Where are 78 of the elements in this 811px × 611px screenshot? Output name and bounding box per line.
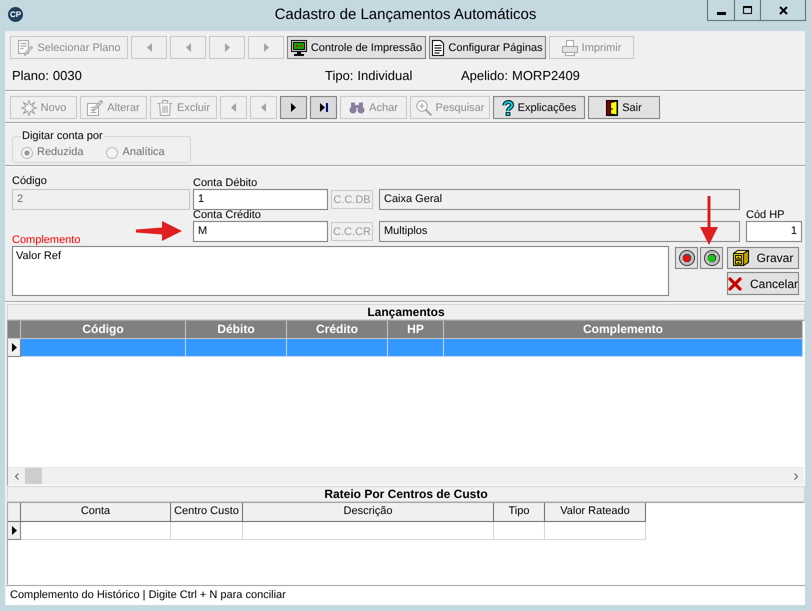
column-header[interactable]: Valor Rateado [545,503,646,522]
exit-button[interactable]: Sair [588,96,660,119]
cross-icon [728,276,742,290]
info-label: Plano: [12,69,49,85]
window-title: Cadastro de Lançamentos Automáticos [274,6,536,25]
chevron-right-icon [794,472,798,480]
left-triangle-icon [146,43,152,52]
left-triangle-icon [261,103,266,112]
info-value: Individual [357,69,412,85]
section-title: Lançamentos [7,304,805,320]
column-header[interactable]: Centro Custo [171,503,243,522]
binoculars-icon [349,102,366,114]
app-logo: CP [8,7,23,22]
monitor-icon [290,40,307,56]
right-triangle-icon [224,43,230,52]
maximize-button[interactable] [735,0,761,21]
page-icon [432,40,444,56]
minimize-icon [716,12,726,14]
account-field[interactable]: M [193,221,328,242]
scrollbar-thumb[interactable] [25,468,42,484]
signal-button[interactable] [675,247,698,269]
door-icon [606,100,618,116]
info-label: Apelido: [461,69,508,85]
column-header[interactable]: Crédito [287,321,388,339]
complement-field[interactable]: Valor Ref [12,246,669,296]
save-button[interactable]: Gravar [727,247,799,269]
column-header[interactable]: Débito [186,321,287,339]
left-triangle-icon [231,103,236,112]
edit-icon [87,100,104,116]
cancel-button[interactable]: Cancelar [727,272,799,295]
close-button[interactable] [761,0,806,21]
column-header[interactable]: Tipo [494,503,545,522]
column-header[interactable]: Conta [21,503,171,522]
last-button[interactable] [310,96,337,119]
next-button[interactable] [280,96,307,119]
info-value: 0030 [52,69,82,85]
account-field[interactable]: 1 [193,189,328,210]
maximize-icon [743,6,752,14]
question-mark-icon [502,100,514,116]
chevron-left-icon [14,472,18,480]
trash-icon [156,100,173,116]
group-label: Digitar conta por [21,130,104,142]
starburst-icon [20,100,37,116]
field-label: Código [12,175,48,188]
printer-icon [562,40,578,56]
right-triangle-icon [264,43,268,52]
field-label: Complemento [12,234,82,246]
minimize-button[interactable] [707,0,735,21]
status-bar: Complemento do Histórico | Digite Ctrl + N para conciliar [6,585,805,605]
zoom-in-icon [416,100,432,116]
right-triangle-icon [291,103,296,112]
header-corner [8,503,21,522]
close-icon [778,6,788,14]
print-control-button[interactable]: Controle de Impressão [287,36,426,59]
column-header[interactable]: Complemento [444,321,803,339]
row-indicator[interactable] [8,339,21,357]
column-header[interactable]: Código [21,321,186,339]
help-button[interactable]: Explicações [493,96,585,119]
info-value: MORP2409 [512,69,580,85]
field-label: Conta Crédito [193,210,262,221]
field-label: Cód HP [746,209,786,221]
account-name-field: Multiplos [379,221,740,242]
field-label: Conta Débito [193,178,258,189]
cabinet-icon [732,250,749,266]
hp-code-field[interactable]: 1 [746,221,802,242]
section-title: Rateio Por Centros de Custo [7,486,805,502]
form-icon [17,40,34,56]
info-label: Tipo: [325,69,354,85]
column-header[interactable]: Descrição [243,503,494,522]
row-indicator[interactable] [8,522,21,540]
horizontal-scrollbar[interactable] [8,467,804,485]
signal-button[interactable] [700,247,723,269]
page-setup-button[interactable]: Configurar Páginas [429,36,546,59]
left-triangle-icon [186,43,190,52]
header-corner [8,321,21,339]
column-header[interactable]: HP [388,321,444,339]
account-name-field: Caixa Geral [379,189,740,210]
last-record-icon [320,103,328,112]
